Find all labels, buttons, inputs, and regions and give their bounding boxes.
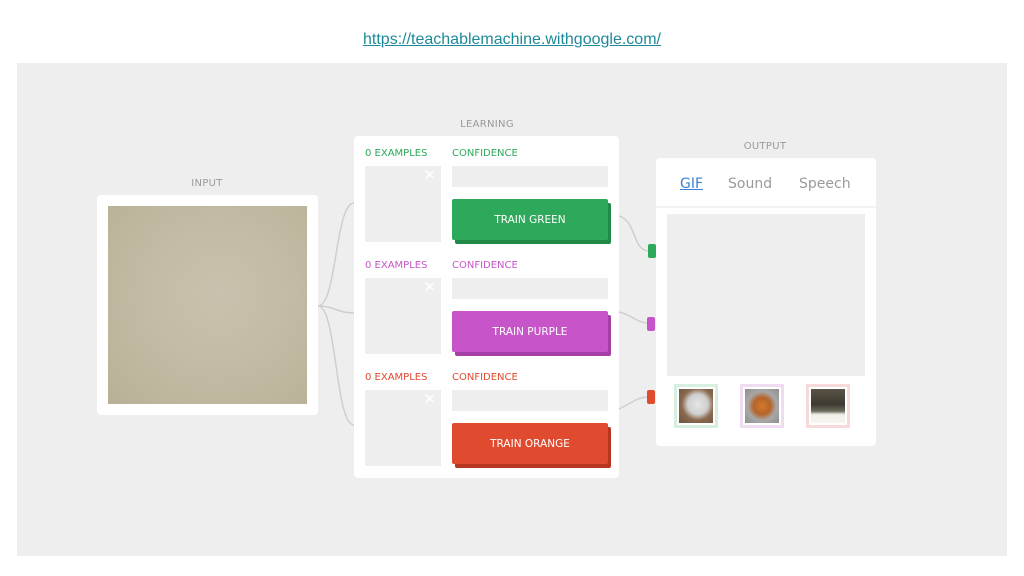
gif-preview-area (667, 214, 865, 376)
class-row-orange: 0 EXAMPLES CONFIDENCE ✕ TRAIN ORANGE (354, 360, 619, 472)
confidence-bar (452, 166, 608, 187)
confidence-label: CONFIDENCE (452, 372, 518, 383)
examples-count: 0 EXAMPLES (365, 260, 428, 271)
input-section-label: INPUT (191, 178, 223, 189)
close-icon[interactable]: ✕ (423, 280, 436, 295)
purple-output-port (647, 317, 655, 331)
confidence-label: CONFIDENCE (452, 148, 518, 159)
train-purple-button[interactable]: TRAIN PURPLE (452, 311, 608, 352)
white-dog-image (679, 389, 713, 423)
url-link[interactable]: https://teachablemachine.withgoogle.com/ (0, 31, 1024, 49)
connector-green-output (618, 215, 650, 252)
confidence-bar (452, 390, 608, 411)
gif-thumbnail-orange[interactable] (806, 384, 850, 428)
connector-input-orange (317, 305, 355, 426)
examples-box: ✕ (365, 390, 441, 466)
confidence-bar (452, 278, 608, 299)
teachable-machine-stage: INPUT LEARNING 0 EXAMPLES CONFIDENCE ✕ T… (17, 63, 1007, 556)
close-icon[interactable]: ✕ (423, 392, 436, 407)
connector-input-green (317, 202, 355, 307)
output-card: GIF Sound Speech (656, 158, 876, 446)
gif-thumbnail-green[interactable] (674, 384, 718, 428)
gif-thumbnail-purple[interactable] (740, 384, 784, 428)
output-tabs: GIF Sound Speech (656, 158, 876, 208)
output-section-label: OUTPUT (743, 141, 787, 152)
confidence-label: CONFIDENCE (452, 260, 518, 271)
class-row-green: 0 EXAMPLES CONFIDENCE ✕ TRAIN GREEN (354, 136, 619, 248)
class-row-purple: 0 EXAMPLES CONFIDENCE ✕ TRAIN PURPLE (354, 248, 619, 360)
learning-card: 0 EXAMPLES CONFIDENCE ✕ TRAIN GREEN 0 EX… (354, 136, 619, 478)
orange-dog-image (745, 389, 779, 423)
tab-gif[interactable]: GIF (680, 176, 703, 192)
learning-section-label: LEARNING (460, 119, 514, 130)
examples-box: ✕ (365, 166, 441, 242)
train-orange-button[interactable]: TRAIN ORANGE (452, 423, 608, 464)
connector-orange-output (618, 396, 650, 410)
connector-purple-output (618, 311, 650, 324)
webcam-feed (108, 206, 307, 404)
dark-cat-image (811, 389, 845, 423)
examples-count: 0 EXAMPLES (365, 372, 428, 383)
close-icon[interactable]: ✕ (423, 168, 436, 183)
tab-speech[interactable]: Speech (799, 176, 851, 192)
examples-count: 0 EXAMPLES (365, 148, 428, 159)
input-card (97, 195, 318, 415)
orange-output-port (647, 390, 655, 404)
examples-box: ✕ (365, 278, 441, 354)
tab-sound[interactable]: Sound (728, 176, 772, 192)
train-green-button[interactable]: TRAIN GREEN (452, 199, 608, 240)
green-output-port (648, 244, 656, 258)
